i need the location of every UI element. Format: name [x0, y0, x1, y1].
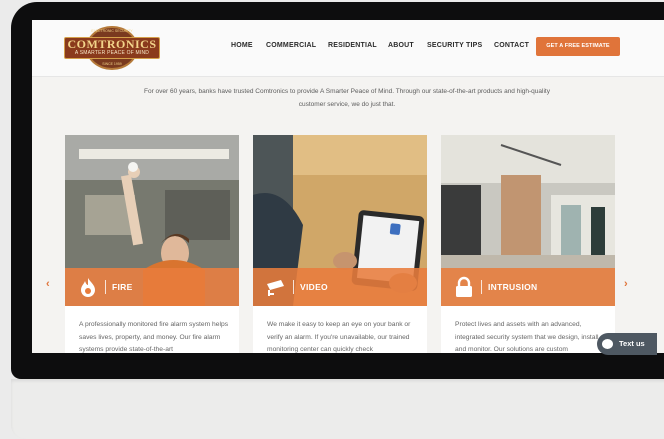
site-header: ELECTRONIC SECURITY COMTRONICS A SMARTER…	[32, 20, 664, 77]
logo-arc-top: ELECTRONIC SECURITY	[91, 29, 133, 33]
card-description: Protect lives and assets with an advance…	[455, 321, 601, 353]
nav-home[interactable]: HOME	[231, 42, 253, 49]
free-estimate-button[interactable]: GET A FREE ESTIMATE	[536, 37, 620, 56]
text-us-chat-button[interactable]: Text us	[597, 333, 657, 355]
service-card-fire[interactable]: FIRE A professionally monitored fire ala…	[65, 135, 239, 353]
logo-arc-bottom: SINCE 1959	[102, 62, 122, 66]
card-title: VIDEO	[300, 282, 328, 292]
comtronics-logo[interactable]: ELECTRONIC SECURITY COMTRONICS A SMARTER…	[64, 26, 160, 70]
intro-text: For over 60 years, banks have trusted Co…	[144, 88, 550, 108]
nav-security-tips[interactable]: SECURITY TIPS	[427, 42, 482, 49]
card-divider	[293, 280, 294, 294]
nav-about[interactable]: ABOUT	[388, 42, 414, 49]
card-description: A professionally monitored fire alarm sy…	[79, 321, 229, 353]
logo-wordmark: COMTRONICS	[67, 37, 157, 51]
website-screen: ELECTRONIC SECURITY COMTRONICS A SMARTER…	[32, 20, 664, 353]
device-chin	[11, 379, 664, 439]
card-divider	[481, 280, 482, 294]
padlock-icon	[456, 276, 472, 297]
nav-residential[interactable]: RESIDENTIAL	[328, 42, 377, 49]
card-title: FIRE	[112, 282, 133, 292]
nav-commercial[interactable]: COMMERCIAL	[266, 42, 316, 49]
flame-icon	[81, 278, 95, 297]
security-camera-icon	[267, 280, 284, 296]
card-title: INTRUSION	[488, 282, 538, 292]
carousel-next-arrow[interactable]: ›	[624, 278, 628, 290]
service-card-video[interactable]: VIDEO We make it easy to keep an eye on …	[253, 135, 427, 353]
card-divider	[105, 280, 106, 294]
logo-tagline: A SMARTER PEACE OF MIND	[74, 50, 150, 56]
nav-contact[interactable]: CONTACT	[494, 42, 529, 49]
service-card-intrusion[interactable]: INTRUSION Protect lives and assets with …	[441, 135, 615, 353]
chat-button-label: Text us	[619, 339, 645, 348]
card-description: We make it easy to keep an eye on your b…	[267, 321, 411, 353]
chat-bubble-icon	[602, 339, 613, 349]
carousel-prev-arrow[interactable]: ‹	[46, 278, 50, 290]
